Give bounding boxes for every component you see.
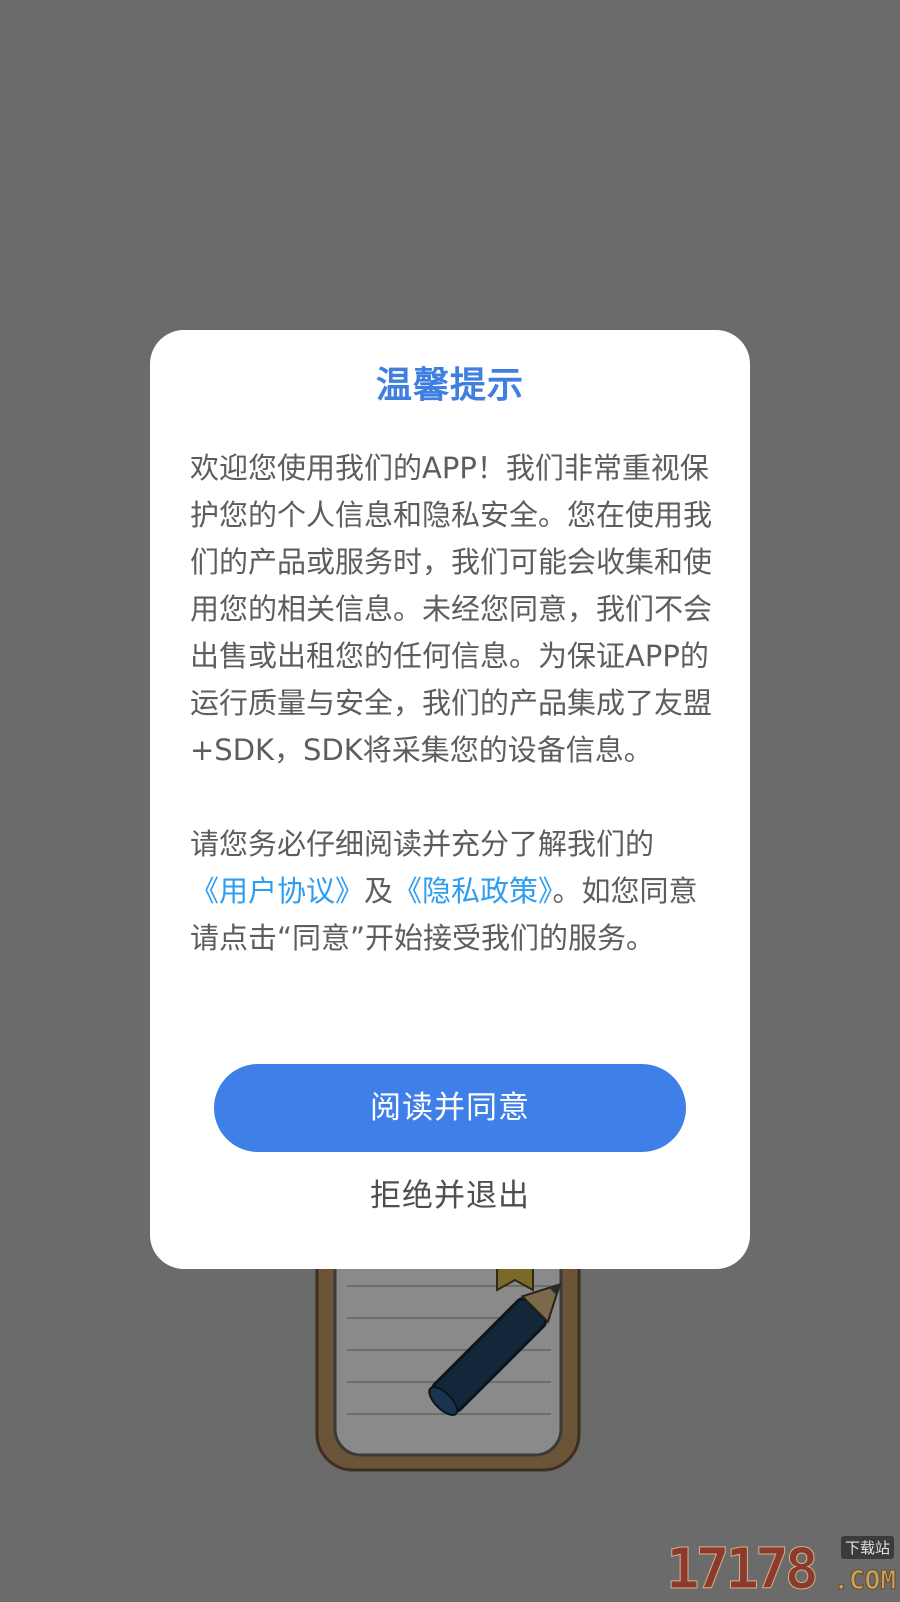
watermark-number: 17178 [666,1537,820,1602]
consent-instructions: 请您务必仔细阅读并充分了解我们的《用户协议》及《隐私政策》。如您同意请点击“同意… [190,821,712,962]
reject-exit-button[interactable]: 拒绝并退出 [150,1170,750,1215]
privacy-policy-link[interactable]: 《隐私政策》 [393,874,553,908]
watermark-tag: 下载站 [840,1536,894,1559]
user-agreement-link[interactable]: 《用户协议》 [190,874,364,908]
and-text: 及 [364,874,394,908]
consent-prefix-text: 请您务必仔细阅读并充分了解我们的 [190,827,655,861]
dialog-title: 温馨提示 [375,365,524,406]
agree-button[interactable]: 阅读并同意 [214,1064,686,1152]
site-watermark: 17178 下载站 .COM [666,1536,896,1598]
privacy-dialog: 温馨提示 欢迎您使用我们的APP！我们非常重视保护您的个人信息和隐私安全。您在使… [150,330,750,1269]
watermark-suffix: .COM [833,1566,897,1597]
privacy-notice-text: 欢迎您使用我们的APP！我们非常重视保护您的个人信息和隐私安全。您在使用我们的产… [190,451,713,767]
dialog-body: 欢迎您使用我们的APP！我们非常重视保护您的个人信息和隐私安全。您在使用我们的产… [190,445,712,962]
